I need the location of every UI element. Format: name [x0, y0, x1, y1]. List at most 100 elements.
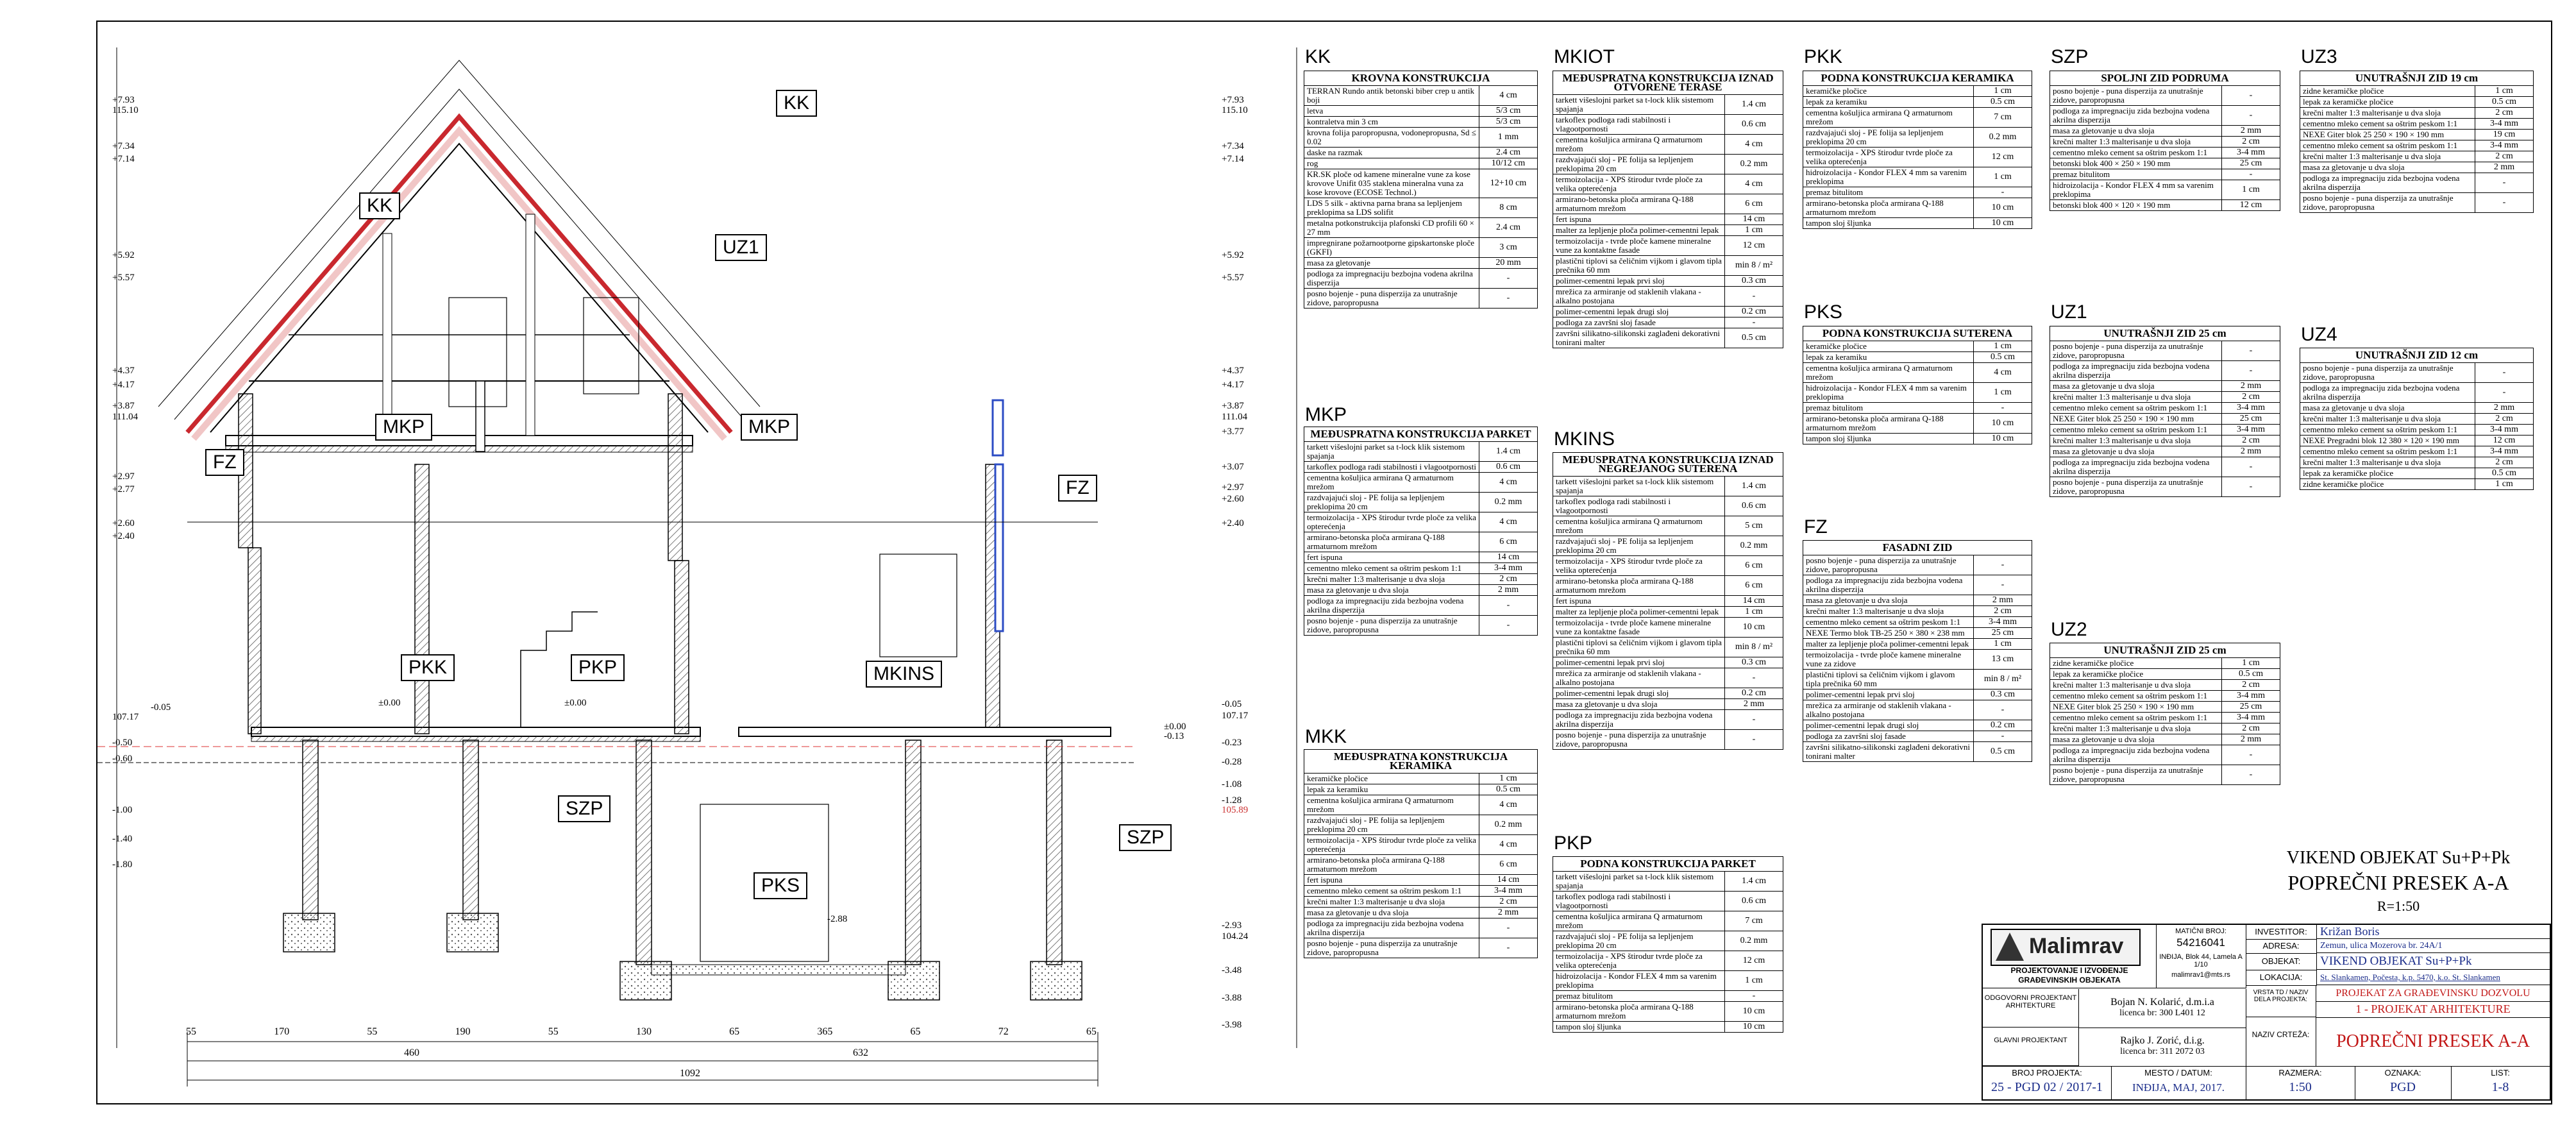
lokacija-label: LOKACIJA:	[2246, 970, 2317, 986]
layer-thickness: 1 cm	[1724, 970, 1783, 991]
layer-material: keramičke pločice	[1803, 85, 1974, 97]
layer-material: tarkett višeslojni parket sa t-lock klik…	[1304, 441, 1479, 462]
layer-thickness: 3-4 mm	[1973, 616, 2032, 628]
layer-row: lepak za keramiku 0.5 cm	[1803, 96, 2032, 108]
layer-row: keramičke pločice 1 cm	[1803, 85, 2032, 97]
layer-material: lepak za keramičke pločice	[2050, 668, 2222, 680]
odgovorni-label: ODGOVORNI PROJEKTANT ARHITEKTURE	[1983, 989, 2079, 1028]
layer-material: premaz bitulitom	[2050, 169, 2222, 180]
layer-thickness: -	[1479, 288, 1538, 309]
vrsta-value-2: 1 - PROJEKAT ARHITEKTURE	[2316, 1001, 2550, 1018]
layer-row: malter za lepljenje ploča polimer-cement…	[1553, 606, 1783, 618]
glavni-name: Rajko J. Zorić, d.i.g.	[2120, 1035, 2205, 1046]
layer-row: armirano-betonska ploča armirana Q-188 a…	[1803, 198, 2032, 218]
layer-thickness: 12 cm	[2221, 199, 2280, 211]
level: +7.34	[1222, 141, 1244, 151]
layer-row: lepak za keramičke pločice 0.5 cm	[2300, 96, 2534, 108]
layer-material: armirano-betonska ploča armirana Q-188 a…	[1553, 1001, 1725, 1022]
layer-row: tarkett višeslojni parket sa t-lock klik…	[1304, 441, 1538, 462]
layer-material: cementno mleko cement sa oštrim peskom 1…	[2050, 690, 2222, 702]
layer-row: termoizolacija - XPS štirodur tvrde ploč…	[1304, 834, 1538, 855]
layer-thickness: -	[1973, 700, 2032, 720]
level: -0.28	[1222, 757, 1242, 767]
layer-row: plastični tiplovi sa čeličnim vijkom i g…	[1553, 637, 1783, 657]
dim: 65	[1086, 1026, 1097, 1037]
layer-material: fert ispuna	[1553, 595, 1725, 607]
layer-thickness: 0.5 cm	[1973, 741, 2032, 762]
level: -0.60	[112, 754, 133, 764]
table-title: MEĐUSPRATNA KONSTRUKCIJA IZNAD NEGREJANO…	[1553, 452, 1783, 477]
layer-row: mrežica za armiranje od staklenih vlakan…	[1553, 286, 1783, 307]
layer-row: posno bojenje - puna disperzija za unutr…	[1553, 729, 1783, 750]
bottom-row: BROJ PROJEKTA: 25 - PGD 02 / 2017-1 MEST…	[1983, 1066, 2550, 1100]
layer-row: KR.SK ploče od kamene mineralne vune za …	[1304, 169, 1538, 198]
broj-label: BROJ PROJEKTA:	[2012, 1068, 2082, 1078]
tag-uz1: UZ1	[2051, 301, 2087, 323]
layer-thickness: 3-4 mm	[2221, 690, 2280, 702]
layer-row: cementno mleko cement sa oštrim peskom 1…	[2300, 118, 2534, 130]
layer-material: cementno mleko cement sa oštrim peskom 1…	[1304, 885, 1479, 897]
dim: 55	[186, 1026, 196, 1037]
layer-material: rog	[1304, 158, 1479, 169]
layer-row: masa za gletovanje u dva sloja 2 mm	[2050, 380, 2280, 392]
layer-row: NEXE Pregradni blok 12 380 × 120 × 190 m…	[2300, 435, 2534, 446]
layer-row: hidroizolacija - Kondor FLEX 4 mm sa var…	[1803, 167, 2032, 187]
layer-material: malter za lepljenje ploča polimer-cement…	[1553, 224, 1725, 236]
layer-row: fert ispuna 14 cm	[1553, 214, 1783, 225]
label-pkk: PKK	[401, 654, 455, 681]
layer-thickness: -	[2221, 765, 2280, 785]
level: -1.80	[112, 859, 133, 870]
layer-row: daske na razmak 2.4 cm	[1304, 147, 1538, 158]
layer-thickness: -	[2221, 341, 2280, 361]
oznaka-cell: OZNAKA: PGD	[2355, 1067, 2452, 1100]
table-title-row: MEĐUSPRATNA KONSTRUKCIJA IZNAD NEGREJANO…	[1553, 452, 1783, 477]
layer-material: krečni malter 1:3 malterisanje u dva slo…	[2050, 391, 2222, 403]
table-title-row: MEĐUSPRATNA KONSTRUKCIJA PARKET	[1304, 427, 1538, 442]
layer-thickness: 0.6 cm	[1724, 891, 1783, 911]
level: +2.60	[112, 518, 135, 529]
table-mkiot: MEĐUSPRATNA KONSTRUKCIJA IZNAD OTVORENE …	[1553, 71, 1783, 348]
layer-material: premaz bitulitom	[1803, 187, 1974, 198]
layer-row: rog 10/12 cm	[1304, 158, 1538, 169]
layer-thickness: min 8 / m²	[1724, 255, 1783, 276]
table-title: UNUTRAŠNJI ZID 25 cm	[2050, 643, 2280, 658]
table-title-row: PODNA KONSTRUKCIJA SUTERENA	[1803, 326, 2032, 341]
level: +5.57	[112, 273, 135, 283]
table-title-row: UNUTRAŠNJI ZID 25 cm	[2050, 643, 2280, 658]
layer-material: termoizolacija - XPS štirodur tvrde ploč…	[1304, 834, 1479, 855]
layer-thickness: 2.4 cm	[1479, 147, 1538, 158]
vrsta-label: VRSTA TD / NAZIV DELA PROJEKTA:	[2246, 985, 2316, 1017]
odgovorni-licence: licenca br: 300 L401 12	[2119, 1008, 2205, 1018]
level: +2.97	[1222, 482, 1244, 493]
layer-material: armirano-betonska ploča armirana Q-188 a…	[1553, 575, 1725, 596]
level: +3.07	[1222, 462, 1244, 472]
layer-row: lepak za keramičke pločice 0.5 cm	[2050, 668, 2280, 680]
layer-thickness: 1 cm	[2221, 180, 2280, 200]
layer-row: masa za gletovanje u dva sloja 2 mm	[2050, 446, 2280, 457]
layer-row: cementno mleko cement sa oštrim peskom 1…	[1304, 885, 1538, 897]
layer-thickness: 25 cm	[2221, 701, 2280, 713]
layer-row: cementna košuljica armirana Q armaturnom…	[1553, 134, 1783, 155]
layer-row: posno bojenje - puna disperzija za unutr…	[2300, 192, 2534, 213]
table-title-row: UNUTRAŠNJI ZID 12 cm	[2300, 348, 2534, 363]
layer-material: posno bojenje - puna disperzija za unutr…	[1304, 938, 1479, 958]
layer-row: tarkoflex podloga radi stabilnosti i vla…	[1304, 461, 1538, 473]
heading-object: VIKEND OBJEKAT Su+P+Pk	[2286, 848, 2511, 868]
layer-material: cementna košuljica armirana Q armaturnom…	[1553, 134, 1725, 155]
layer-material: tarkett višeslojni parket sa t-lock klik…	[1553, 871, 1725, 892]
table-title: UNUTRAŠNJI ZID 25 cm	[2050, 326, 2280, 341]
firm-line1: PROJEKTOVANJE I IZVOĐENJE	[2010, 966, 2128, 975]
layer-material: posno bojenje - puna disperzija za unutr…	[2300, 192, 2475, 213]
layer-material: premaz bitulitom	[1553, 990, 1725, 1002]
layer-row: krečni malter 1:3 malterisanje u dva slo…	[2050, 136, 2280, 148]
layer-material: cementno mleko cement sa oštrim peskom 1…	[2050, 424, 2222, 436]
cross-section-drawing	[97, 47, 1297, 1087]
layer-thickness: 2 cm	[2475, 413, 2534, 425]
layer-thickness: 2 cm	[2221, 391, 2280, 403]
firm-line2: GRAĐEVINSKIH OBJEKATA	[2018, 976, 2121, 985]
layer-material: keramičke pločice	[1304, 773, 1479, 784]
layer-thickness: 14 cm	[1479, 552, 1538, 563]
layer-row: krovna folija paropropusna, vodonepropus…	[1304, 127, 1538, 148]
layer-row: kontraletva min 3 cm 5/3 cm	[1304, 116, 1538, 128]
layer-material: masa za gletovanje	[1304, 257, 1479, 269]
